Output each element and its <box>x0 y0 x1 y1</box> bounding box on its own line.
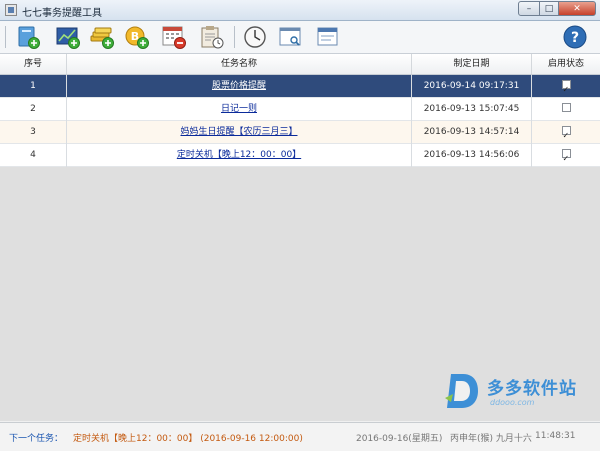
stock-alert-icon[interactable] <box>54 24 82 50</box>
close-button[interactable]: ✕ <box>558 1 596 16</box>
title-bar: 七七事务提醒工具 – □ ✕ <box>0 0 600 21</box>
table-row[interactable]: 1 股票价格提醒 2016-09-14 09:17:31 <box>0 75 600 101</box>
new-task-icon[interactable] <box>14 24 42 50</box>
current-date: 2016-09-16(星期五) <box>356 434 443 444</box>
calendar-delete-icon[interactable] <box>160 24 188 50</box>
row-enabled-cell <box>532 144 600 170</box>
help-icon[interactable]: ? <box>561 24 589 50</box>
task-name-link[interactable]: 股票价格提醒 <box>212 81 266 91</box>
row-enabled-cell <box>532 75 600 101</box>
toolbar-separator <box>234 26 235 48</box>
row-date: 2016-09-13 14:56:06 <box>412 144 532 167</box>
clock-icon[interactable] <box>241 24 269 50</box>
row-seq: 2 <box>0 98 67 121</box>
row-seq: 1 <box>0 75 67 98</box>
task-table: 序号 任务名称 制定日期 启用状态 1 股票价格提醒 2016-09-14 09… <box>0 54 600 421</box>
column-header-name[interactable]: 任务名称 <box>67 54 412 74</box>
row-name-cell: 妈妈生日提醒【农历三月三】 <box>67 121 412 144</box>
table-row[interactable]: 4 定时关机【晚上12：00：00】 2016-09-13 14:56:06 <box>0 144 600 170</box>
table-row[interactable]: 2 日记一则 2016-09-13 15:07:45 <box>0 98 600 121</box>
watermark-domain: ddooo.com <box>490 398 535 407</box>
row-enabled-cell <box>532 98 600 121</box>
row-name-cell: 日记一则 <box>67 98 412 121</box>
window-icon[interactable] <box>314 24 342 50</box>
row-name-cell: 股票价格提醒 <box>67 75 412 98</box>
row-enabled-cell <box>532 121 600 147</box>
status-bar: 下一个任务： 定时关机【晚上12：00：00】 (2016-09-16 12:0… <box>0 422 600 451</box>
browser-search-icon[interactable] <box>277 24 305 50</box>
watermark-logo: 多多软件站 ddooo.com <box>443 370 583 414</box>
maximize-button[interactable]: □ <box>539 1 559 16</box>
money-icon[interactable] <box>88 24 116 50</box>
column-header-date[interactable]: 制定日期 <box>412 54 532 74</box>
task-name-link[interactable]: 妈妈生日提醒【农历三月三】 <box>180 127 297 137</box>
clipboard-schedule-icon[interactable] <box>198 24 226 50</box>
next-task-value: 定时关机【晚上12：00：00】 (2016-09-16 12:00:00) <box>73 434 303 444</box>
row-date: 2016-09-14 09:17:31 <box>412 75 532 98</box>
column-header-seq[interactable]: 序号 <box>0 54 67 74</box>
toolbar: B ? <box>0 21 600 54</box>
row-date: 2016-09-13 15:07:45 <box>412 98 532 121</box>
minimize-button[interactable]: – <box>518 1 540 16</box>
app-icon <box>5 4 17 16</box>
row-seq: 3 <box>0 121 67 144</box>
watermark-name: 多多软件站 <box>487 379 577 399</box>
table-row[interactable]: 3 妈妈生日提醒【农历三月三】 2016-09-13 14:57:14 <box>0 121 600 147</box>
svg-text:?: ? <box>571 30 579 46</box>
toolbar-grip <box>5 26 6 48</box>
task-name-link[interactable]: 定时关机【晚上12：00：00】 <box>177 150 301 160</box>
window-title: 七七事务提醒工具 <box>22 8 102 19</box>
enabled-checkbox[interactable] <box>561 78 571 101</box>
lunar-date: 丙申年(猴) 九月十六 <box>450 434 532 444</box>
enabled-checkbox[interactable] <box>561 147 571 170</box>
row-name-cell: 定时关机【晚上12：00：00】 <box>67 144 412 167</box>
current-time: 11:48:31 <box>535 431 576 441</box>
enabled-checkbox[interactable] <box>561 103 571 112</box>
bitcoin-icon[interactable]: B <box>123 24 151 50</box>
enabled-checkbox[interactable] <box>561 124 571 147</box>
table-header: 序号 任务名称 制定日期 启用状态 <box>0 54 600 75</box>
next-task-label: 下一个任务： <box>9 434 64 444</box>
column-header-enabled[interactable]: 启用状态 <box>532 54 600 74</box>
row-date: 2016-09-13 14:57:14 <box>412 121 532 144</box>
watermark-d-logo <box>445 374 478 408</box>
task-name-link[interactable]: 日记一则 <box>221 104 257 114</box>
row-seq: 4 <box>0 144 67 167</box>
